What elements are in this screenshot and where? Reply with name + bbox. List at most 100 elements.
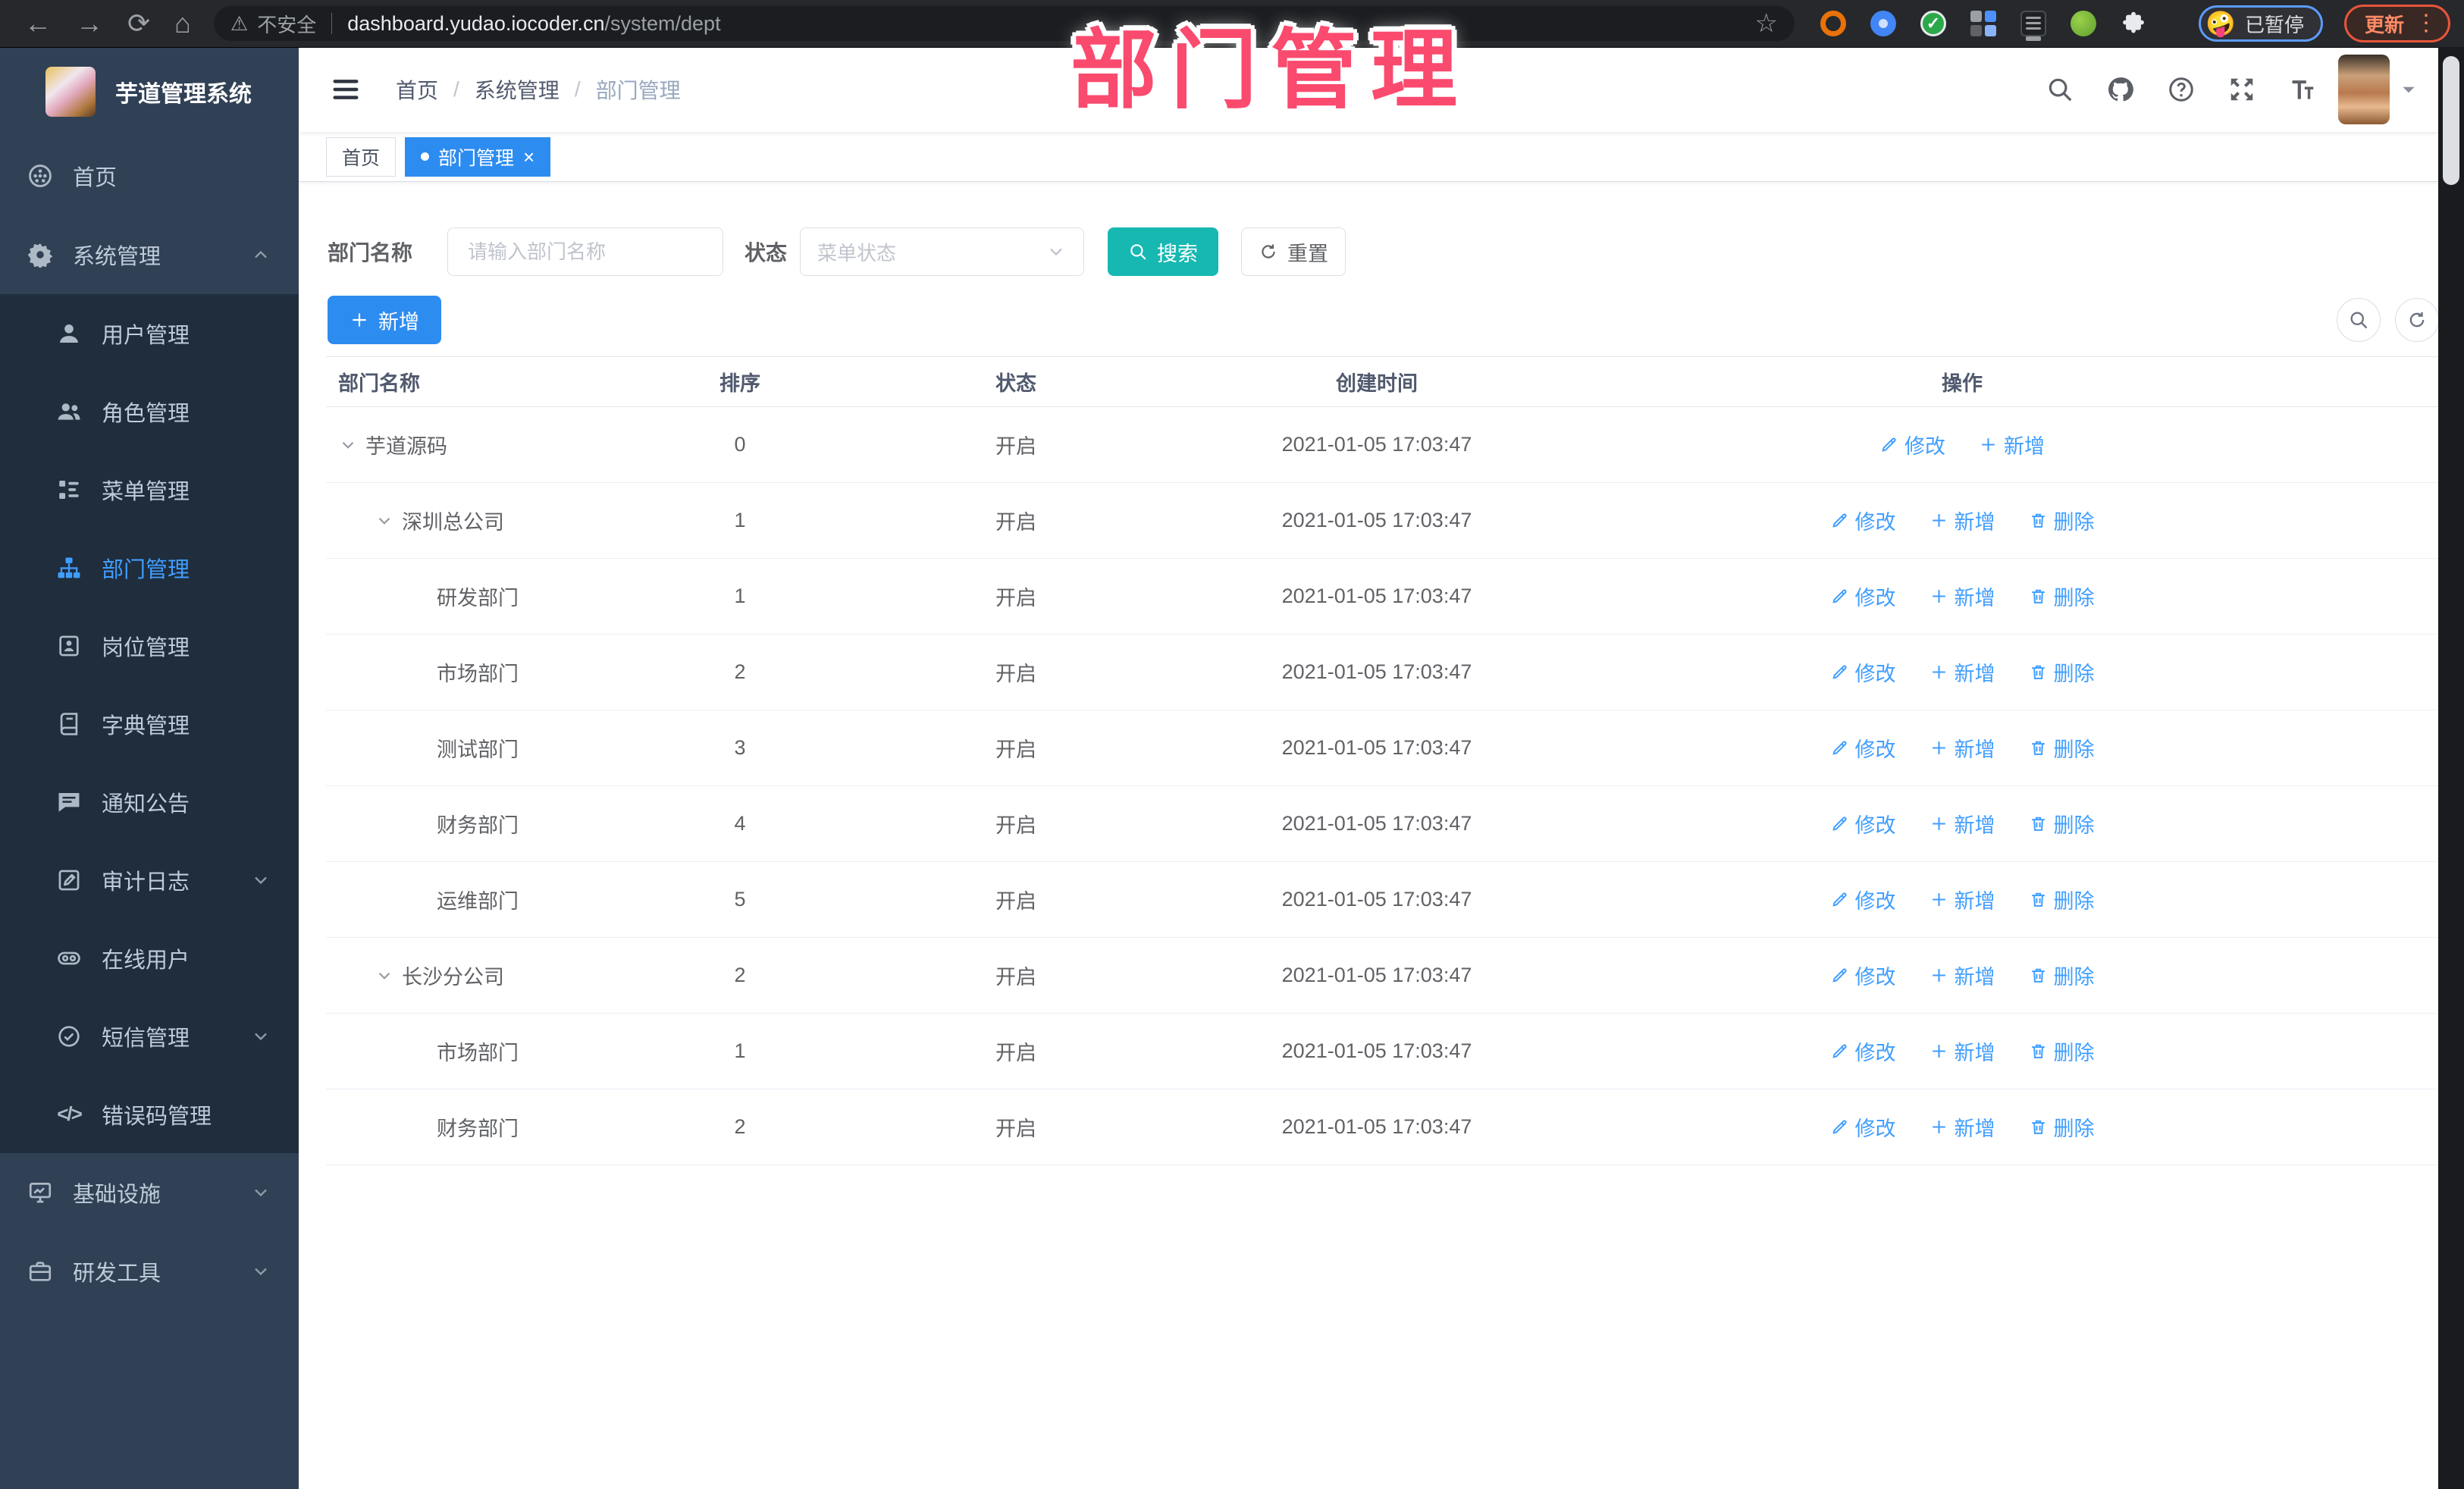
delete-link[interactable]: 删除 bbox=[2029, 961, 2095, 990]
scrollbar-thumb[interactable] bbox=[2443, 56, 2459, 185]
add-button[interactable]: 新增 bbox=[328, 296, 441, 344]
sidebar-item-online[interactable]: 在线用户 bbox=[0, 919, 299, 997]
expand-arrow-icon[interactable] bbox=[375, 966, 394, 986]
edit-link[interactable]: 修改 bbox=[1830, 1036, 1896, 1066]
delete-link[interactable]: 删除 bbox=[2029, 581, 2095, 611]
sidebar-item-menu[interactable]: 菜单管理 bbox=[0, 450, 299, 528]
add-link[interactable]: 新增 bbox=[1930, 1112, 1995, 1142]
dept-name-cell: 财务部门 bbox=[326, 809, 613, 839]
sidebar-item-post[interactable]: 岗位管理 bbox=[0, 607, 299, 685]
page-scrollbar[interactable] bbox=[2438, 47, 2464, 1489]
search-icon[interactable] bbox=[2045, 75, 2074, 104]
edit-link[interactable]: 修改 bbox=[1879, 430, 1945, 459]
delete-link[interactable]: 删除 bbox=[2029, 1112, 2095, 1142]
created-time-cell: 2021-01-05 17:03:47 bbox=[1281, 585, 1472, 607]
add-link[interactable]: 新增 bbox=[1979, 430, 2045, 459]
sidebar-item-system[interactable]: 系统管理 bbox=[0, 215, 299, 294]
extensions-puzzle-icon[interactable] bbox=[2121, 11, 2146, 36]
bookmark-star-icon[interactable]: ☆ bbox=[1754, 8, 1777, 39]
delete-link[interactable]: 删除 bbox=[2029, 657, 2095, 687]
reload-icon[interactable]: ⟳ bbox=[127, 10, 150, 37]
sidebar-item-home[interactable]: 首页 bbox=[0, 136, 299, 215]
extension-leaf-icon[interactable] bbox=[2070, 11, 2096, 36]
add-link[interactable]: 新增 bbox=[1930, 733, 1995, 763]
expand-arrow-icon[interactable] bbox=[338, 435, 358, 455]
delete-link[interactable]: 删除 bbox=[2029, 1036, 2095, 1066]
add-link[interactable]: 新增 bbox=[1930, 657, 1995, 687]
chevron-down-icon bbox=[1045, 241, 1067, 262]
add-button-label: 新增 bbox=[378, 310, 419, 334]
browser-profile-button[interactable]: 🤪 已暂停 bbox=[2199, 5, 2323, 42]
add-link[interactable]: 新增 bbox=[1930, 506, 1995, 535]
forward-icon[interactable]: → bbox=[76, 10, 103, 37]
toggle-search-button[interactable] bbox=[2337, 298, 2381, 342]
extension-tampermonkey-icon[interactable] bbox=[2020, 11, 2046, 41]
tab-home[interactable]: 首页 bbox=[326, 136, 397, 177]
fontsize-icon[interactable] bbox=[2288, 75, 2317, 104]
refresh-table-button[interactable] bbox=[2395, 298, 2439, 342]
browser-update-menu-button[interactable]: 更新 ⋮ bbox=[2343, 5, 2450, 42]
back-icon[interactable]: ← bbox=[24, 10, 52, 37]
profile-status-label: 已暂停 bbox=[2244, 13, 2304, 36]
breadcrumb-item[interactable]: 系统管理 bbox=[475, 74, 560, 105]
delete-link[interactable]: 删除 bbox=[2029, 885, 2095, 914]
expand-arrow-icon[interactable] bbox=[375, 511, 394, 531]
edit-link[interactable]: 修改 bbox=[1830, 733, 1896, 763]
extension-check-icon[interactable]: ✓ bbox=[1920, 11, 1946, 36]
sidebar-item-dict[interactable]: 字典管理 bbox=[0, 685, 299, 763]
sidebar-item-dept[interactable]: 部门管理 bbox=[0, 528, 299, 607]
sidebar-submenu: 用户管理 角色管理 菜单管理 部门管理 岗位管理 字典管理 通知公告 审计日志 在线用户 短信管理… bbox=[0, 294, 299, 1153]
app-logo: 芋道管理系统 bbox=[0, 47, 299, 136]
sidebar-item-user[interactable]: 用户管理 bbox=[0, 294, 299, 372]
dept-name-cell: 市场部门 bbox=[326, 1036, 613, 1066]
url-host: dashboard.yudao.iocoder.cn bbox=[347, 11, 605, 35]
extension-grid-icon[interactable] bbox=[1970, 11, 1996, 36]
sidebar-item-errcode[interactable]: </> 错误码管理 bbox=[0, 1075, 299, 1153]
add-link[interactable]: 新增 bbox=[1930, 1036, 1995, 1066]
table-row: 财务部门 4 开启 2021-01-05 17:03:47 修改 新增 删除 bbox=[326, 786, 2449, 862]
home-icon[interactable]: ⌂ bbox=[174, 10, 191, 37]
dept-name-input[interactable] bbox=[447, 227, 723, 276]
edit-link[interactable]: 修改 bbox=[1830, 809, 1896, 839]
edit-link[interactable]: 修改 bbox=[1830, 581, 1896, 611]
dept-name: 运维部门 bbox=[437, 890, 519, 913]
fullscreen-icon[interactable] bbox=[2227, 75, 2256, 104]
close-icon[interactable]: × bbox=[523, 147, 534, 167]
screen: ← → ⟳ ⌂ ⚠ 不安全 dashboard.yudao.iocoder.cn… bbox=[0, 0, 2464, 1489]
delete-link[interactable]: 删除 bbox=[2029, 809, 2095, 839]
add-link[interactable]: 新增 bbox=[1930, 809, 1995, 839]
add-link[interactable]: 新增 bbox=[1930, 885, 1995, 914]
address-bar[interactable]: ⚠ 不安全 dashboard.yudao.iocoder.cn/system/… bbox=[213, 6, 1795, 41]
edit-link[interactable]: 修改 bbox=[1830, 961, 1896, 990]
tab-dept[interactable]: 部门管理 × bbox=[405, 136, 551, 177]
sidebar-item-sms[interactable]: 短信管理 bbox=[0, 997, 299, 1075]
help-icon[interactable] bbox=[2167, 75, 2196, 104]
add-link[interactable]: 新增 bbox=[1930, 961, 1995, 990]
reset-button[interactable]: 重置 bbox=[1241, 227, 1346, 276]
caret-down-icon[interactable] bbox=[2399, 80, 2419, 99]
status-select[interactable]: 菜单状态 bbox=[800, 227, 1084, 276]
breadcrumb-item[interactable]: 首页 bbox=[396, 74, 438, 105]
edit-link[interactable]: 修改 bbox=[1830, 1112, 1896, 1142]
delete-link[interactable]: 删除 bbox=[2029, 733, 2095, 763]
sidebar-item-role[interactable]: 角色管理 bbox=[0, 372, 299, 450]
column-header: 状态 bbox=[995, 372, 1036, 395]
github-icon[interactable] bbox=[2106, 75, 2135, 104]
user-avatar[interactable] bbox=[2338, 55, 2390, 124]
dept-name: 市场部门 bbox=[437, 1042, 519, 1064]
extension-orange-ring-icon[interactable] bbox=[1820, 11, 1846, 36]
sidebar-item-notice[interactable]: 通知公告 bbox=[0, 763, 299, 841]
column-header: 创建时间 bbox=[1336, 372, 1418, 395]
extension-pin-icon[interactable] bbox=[1870, 11, 1896, 36]
sidebar-item-devtools[interactable]: 研发工具 bbox=[0, 1232, 299, 1311]
trash-icon bbox=[2029, 1118, 2048, 1136]
add-link[interactable]: 新增 bbox=[1930, 581, 1995, 611]
edit-link[interactable]: 修改 bbox=[1830, 657, 1896, 687]
sidebar-item-infra[interactable]: 基础设施 bbox=[0, 1153, 299, 1232]
edit-link[interactable]: 修改 bbox=[1830, 506, 1896, 535]
hamburger-icon[interactable] bbox=[329, 73, 362, 106]
search-button[interactable]: 搜索 bbox=[1108, 227, 1218, 276]
delete-link[interactable]: 删除 bbox=[2029, 506, 2095, 535]
edit-link[interactable]: 修改 bbox=[1830, 885, 1896, 914]
sidebar-item-audit[interactable]: 审计日志 bbox=[0, 841, 299, 919]
